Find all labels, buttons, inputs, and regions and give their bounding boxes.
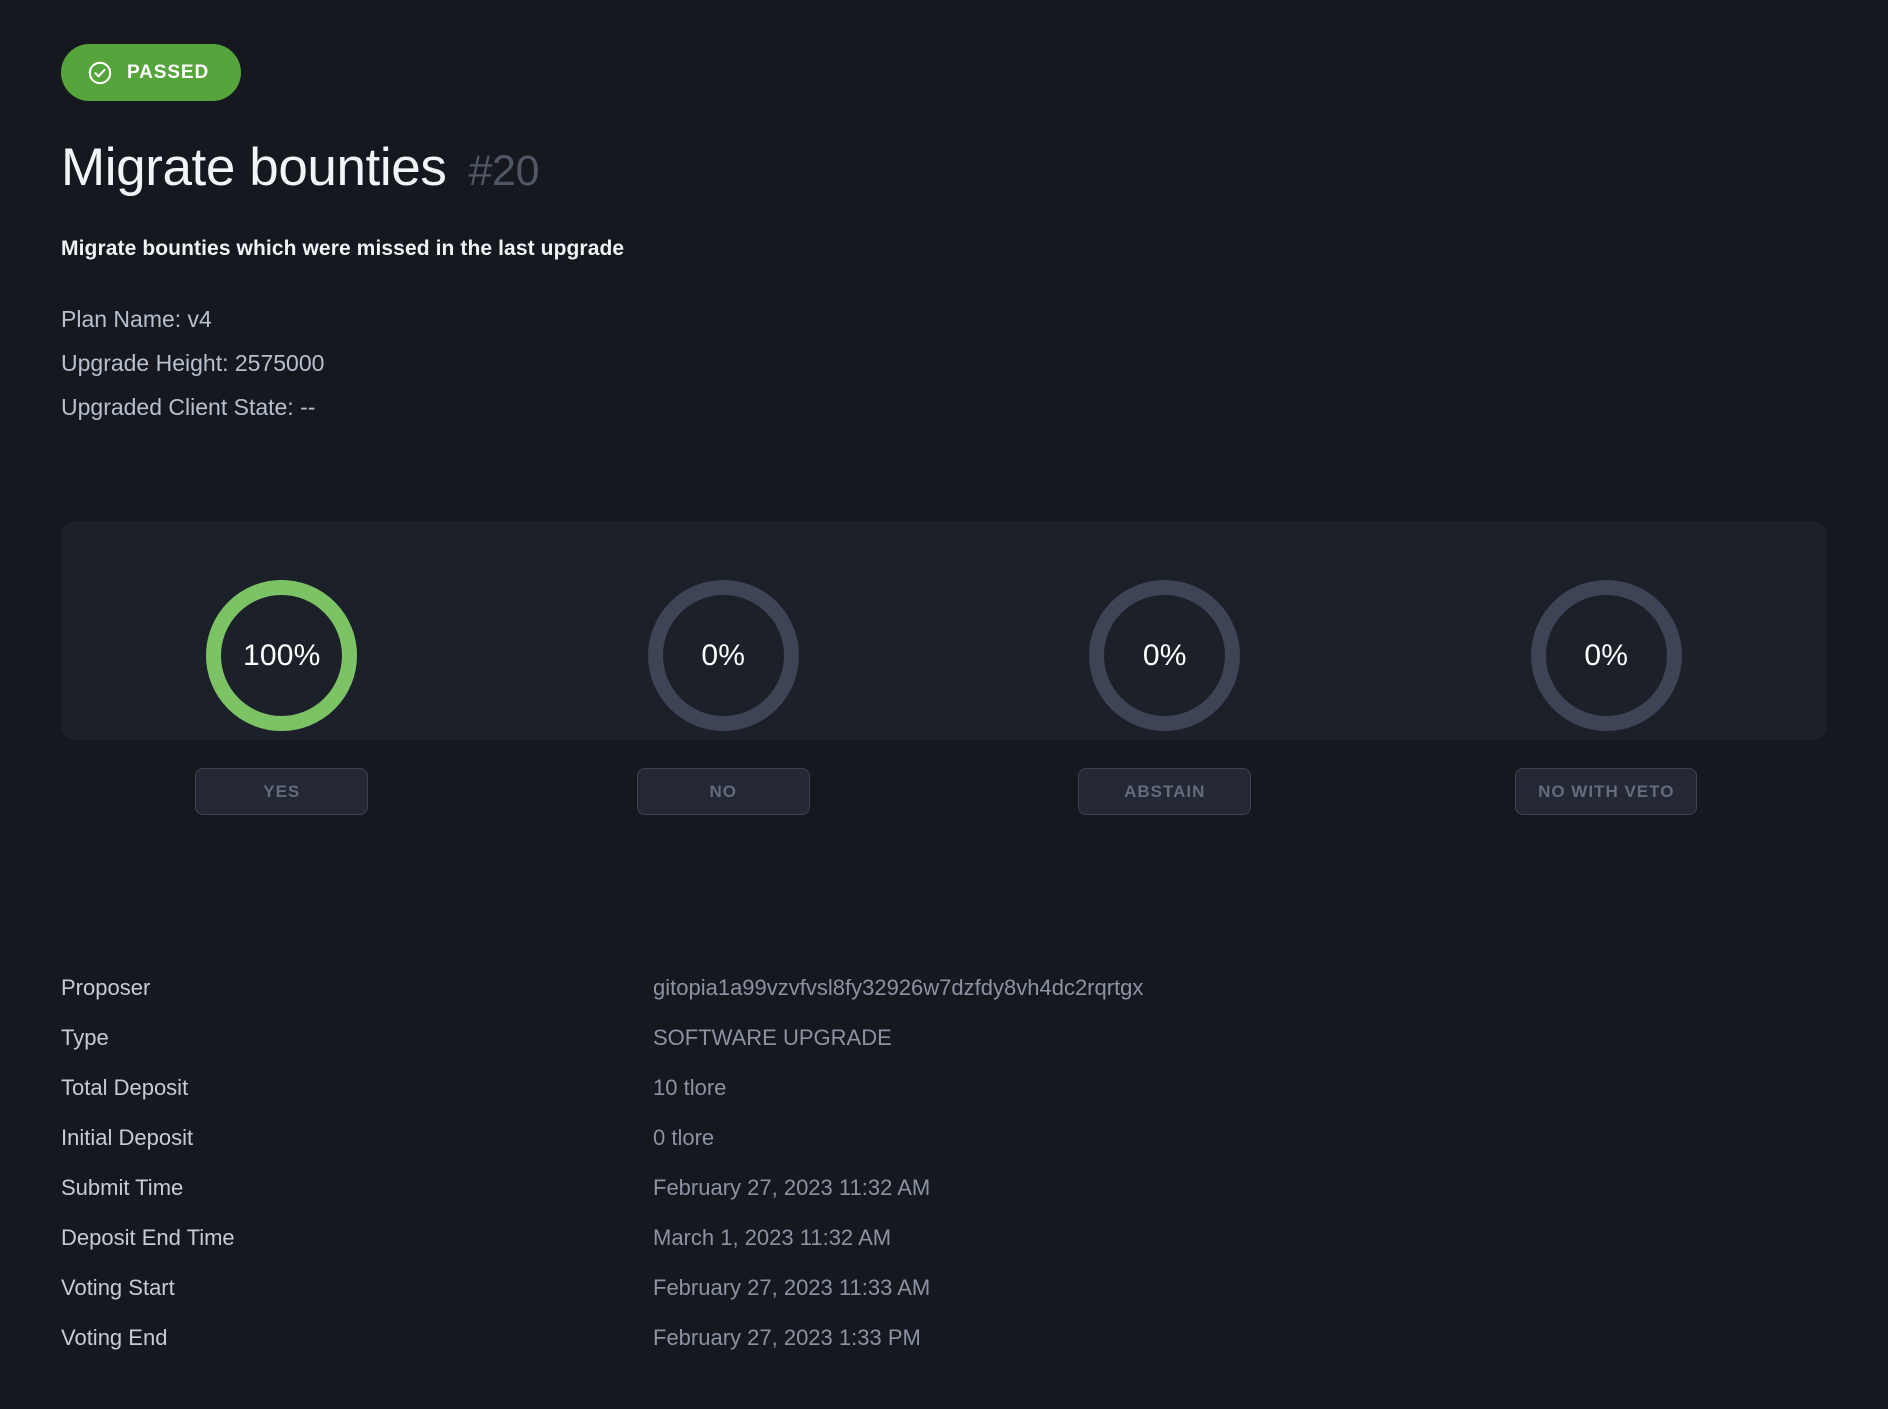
detail-row: Initial Deposit 0 tlore <box>61 1125 1561 1175</box>
detail-row: Voting Start February 27, 2023 11:33 AM <box>61 1275 1561 1325</box>
vote-percent-label: 0% <box>1584 638 1629 672</box>
detail-row: Submit Time February 27, 2023 11:32 AM <box>61 1175 1561 1225</box>
upgraded-client-state-line: Upgraded Client State: -- <box>61 394 316 420</box>
detail-label: Proposer <box>61 975 151 1000</box>
detail-value: 10 tlore <box>653 1075 727 1100</box>
detail-value: 0 tlore <box>653 1125 715 1150</box>
vote-button-abstain[interactable]: ABSTAIN <box>1078 768 1252 815</box>
detail-value: gitopia1a99vzvfvsl8fy32926w7dzfdy8vh4dc2… <box>653 975 1144 1000</box>
detail-row: Proposer gitopia1a99vzvfvsl8fy32926w7dzfd… <box>61 975 1561 1025</box>
proposal-title: Migrate bounties <box>61 138 447 197</box>
detail-row: Total Deposit 10 tlore <box>61 1075 1561 1125</box>
detail-value: SOFTWARE UPGRADE <box>653 1025 892 1050</box>
vote-donut-chart: 100% <box>203 577 360 734</box>
status-badge-label: PASSED <box>127 62 210 83</box>
page-title: Migrate bounties #20 <box>61 138 540 197</box>
vote-tally-grid: 100% YES 0% NO 0% ABSTAIN 0% NO WITH VETO <box>61 521 1827 815</box>
vote-donut-chart: 0% <box>1528 577 1685 734</box>
detail-row: Type SOFTWARE UPGRADE <box>61 1025 1561 1075</box>
proposal-details-table: Proposer gitopia1a99vzvfvsl8fy32926w7dzfd… <box>61 975 1561 1375</box>
upgrade-height-line: Upgrade Height: 2575000 <box>61 350 325 376</box>
detail-label: Submit Time <box>61 1175 184 1200</box>
detail-label: Voting Start <box>61 1275 175 1300</box>
vote-donut-chart: 0% <box>1086 577 1243 734</box>
vote-percent-label: 0% <box>1142 638 1187 672</box>
vote-button-no[interactable]: NO <box>636 768 810 815</box>
detail-value: March 1, 2023 11:32 AM <box>653 1225 892 1250</box>
proposal-detail-page: PASSED Migrate bounties #20 Migrate boun… <box>0 0 1888 1409</box>
detail-label: Voting End <box>61 1325 168 1350</box>
proposal-summary: Migrate bounties which were missed in th… <box>61 237 625 260</box>
detail-value: February 27, 2023 11:33 AM <box>653 1275 931 1300</box>
plan-name-line: Plan Name: v4 <box>61 306 212 332</box>
detail-label: Initial Deposit <box>61 1125 194 1150</box>
proposal-number: #20 <box>468 147 540 195</box>
detail-row: Voting End February 27, 2023 1:33 PM <box>61 1325 1561 1375</box>
detail-label: Type <box>61 1025 109 1050</box>
detail-label: Deposit End Time <box>61 1225 235 1250</box>
vote-option-no-with-veto: 0% NO WITH VETO <box>1386 521 1828 815</box>
vote-option-abstain: 0% ABSTAIN <box>944 521 1386 815</box>
vote-button-no-with-veto[interactable]: NO WITH VETO <box>1515 768 1698 815</box>
vote-percent-label: 100% <box>242 638 321 672</box>
detail-row: Deposit End Time March 1, 2023 11:32 AM <box>61 1225 1561 1275</box>
status-badge: PASSED <box>61 44 242 101</box>
detail-value: February 27, 2023 1:33 PM <box>653 1325 921 1350</box>
detail-value: February 27, 2023 11:32 AM <box>653 1175 931 1200</box>
vote-percent-label: 0% <box>701 638 746 672</box>
vote-button-yes[interactable]: YES <box>195 768 369 815</box>
detail-label: Total Deposit <box>61 1075 189 1100</box>
plan-details: Plan Name: v4 Upgrade Height: 2575000 Up… <box>61 297 324 429</box>
vote-option-no: 0% NO <box>503 521 945 815</box>
check-circle-icon <box>87 60 113 86</box>
vote-option-yes: 100% YES <box>61 521 503 815</box>
vote-donut-chart: 0% <box>645 577 802 734</box>
vote-tally-panel: 100% YES 0% NO 0% ABSTAIN 0% NO WITH VETO <box>61 521 1827 815</box>
